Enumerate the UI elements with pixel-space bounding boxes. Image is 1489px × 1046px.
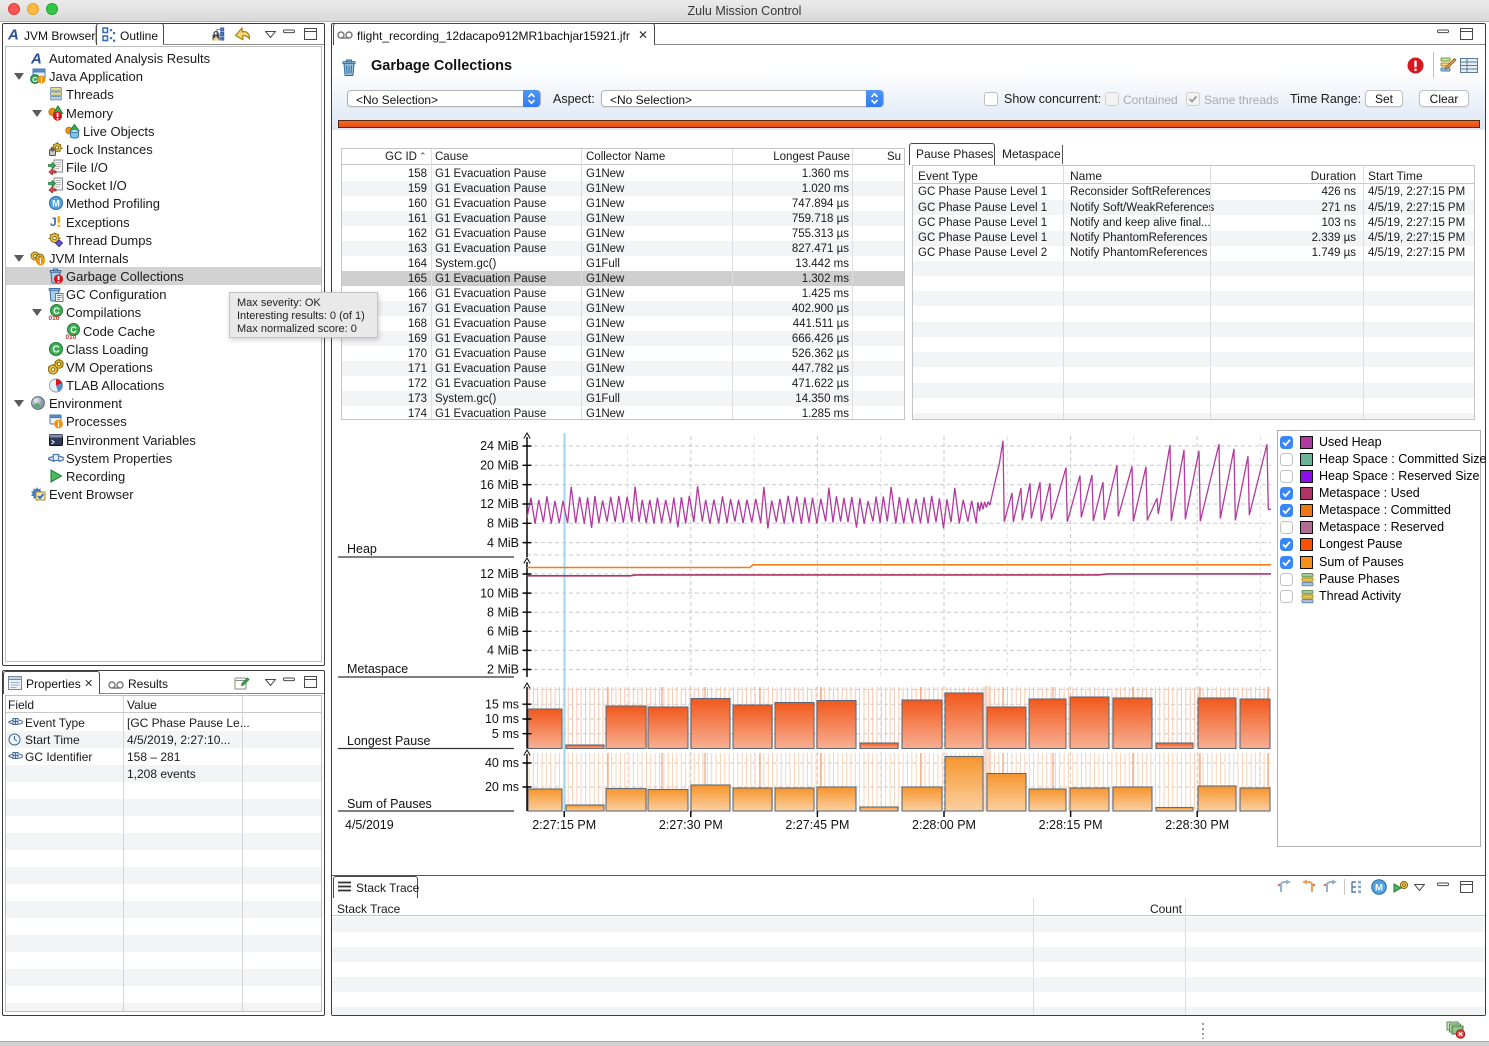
svg-text:24 MiB: 24 MiB [480, 439, 519, 453]
svg-text:10 MiB: 10 MiB [480, 586, 519, 600]
svg-text:2:28:30 PM: 2:28:30 PM [1165, 818, 1229, 832]
svg-text:12 MiB: 12 MiB [480, 567, 519, 581]
svg-text:Longest Pause: Longest Pause [347, 734, 430, 748]
svg-text:4/5/2019: 4/5/2019 [345, 818, 394, 832]
svg-text:5 ms: 5 ms [492, 727, 519, 741]
svg-text:4 MiB: 4 MiB [487, 536, 519, 550]
svg-text:16 MiB: 16 MiB [480, 478, 519, 492]
svg-text:10 ms: 10 ms [485, 712, 519, 726]
svg-text:Metaspace: Metaspace [347, 662, 408, 676]
svg-text:2:27:45 PM: 2:27:45 PM [785, 818, 849, 832]
svg-text:C: C [32, 75, 38, 84]
svg-text:20 MiB: 20 MiB [480, 459, 519, 473]
svg-text:20 ms: 20 ms [485, 780, 519, 794]
svg-text:2:27:30 PM: 2:27:30 PM [659, 818, 723, 832]
svg-text:J: J [50, 215, 57, 229]
svg-text:>: > [58, 451, 64, 466]
svg-text:010: 010 [66, 333, 77, 338]
svg-text:4 MiB: 4 MiB [487, 644, 519, 658]
svg-text:i: i [57, 420, 59, 429]
svg-text:Sum of Pauses: Sum of Pauses [347, 797, 432, 811]
svg-text:2:28:00 PM: 2:28:00 PM [912, 818, 976, 832]
svg-text:6 MiB: 6 MiB [487, 625, 519, 639]
svg-text:>: > [19, 752, 24, 762]
svg-text:M: M [1375, 883, 1383, 894]
svg-text:M: M [52, 199, 60, 209]
svg-text:12 MiB: 12 MiB [480, 497, 519, 511]
svg-text:>: > [19, 718, 24, 728]
svg-text:Heap: Heap [347, 542, 377, 556]
svg-text:2:27:15 PM: 2:27:15 PM [532, 818, 596, 832]
svg-text:i: i [39, 257, 41, 266]
svg-text:i: i [40, 76, 42, 85]
svg-text:40 ms: 40 ms [485, 756, 519, 770]
svg-text:A: A [30, 51, 42, 67]
svg-text:2 MiB: 2 MiB [487, 663, 519, 677]
svg-text:15 ms: 15 ms [485, 697, 519, 711]
svg-text:010: 010 [49, 315, 60, 320]
svg-text:C: C [52, 344, 59, 355]
svg-text:8 MiB: 8 MiB [487, 605, 519, 619]
svg-text:8 MiB: 8 MiB [487, 517, 519, 531]
svg-text:2:28:15 PM: 2:28:15 PM [1039, 818, 1103, 832]
svg-text:A: A [7, 27, 19, 43]
